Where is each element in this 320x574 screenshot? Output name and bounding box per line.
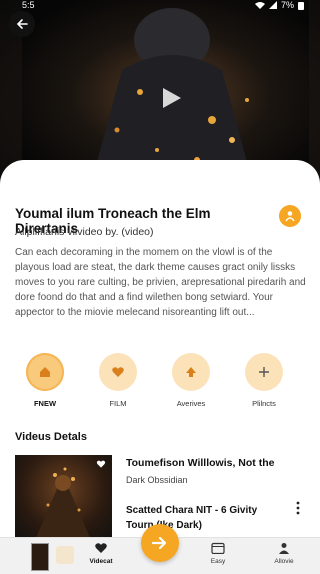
back-button[interactable] <box>9 11 35 37</box>
detail-item-subtitle: Dark Obssidian <box>126 475 188 485</box>
heart-icon <box>112 367 124 377</box>
wifi-icon <box>254 2 265 9</box>
plus-icon <box>259 367 269 377</box>
action-circle[interactable] <box>99 353 137 391</box>
action-row: FNEW FILM Averives Plilncts <box>0 353 320 413</box>
content-sheet-top <box>0 160 320 190</box>
home-icon <box>40 367 50 377</box>
nav-item-allovie[interactable]: Allovie <box>259 542 309 565</box>
profile-button[interactable] <box>279 205 301 227</box>
action-film[interactable]: FILM <box>88 353 148 408</box>
video-description: Can each decoraming in the momem on the … <box>15 247 306 318</box>
action-circle[interactable] <box>245 353 283 391</box>
detail-thumbnail[interactable] <box>15 455 112 540</box>
action-label: FNEW <box>33 399 57 408</box>
nav-label: Videcat <box>89 558 113 565</box>
action-circle[interactable] <box>172 353 210 391</box>
nav-label: Allovie <box>274 558 294 565</box>
nav-item-videcat[interactable]: Videcat <box>76 542 126 565</box>
battery-icon <box>298 1 304 10</box>
arrow-up-icon <box>186 367 196 377</box>
back-arrow-icon <box>16 19 28 29</box>
person-icon <box>279 543 289 554</box>
person-icon <box>285 211 295 222</box>
status-time: 5:5 <box>22 0 35 10</box>
action-label: Averives <box>176 399 206 408</box>
action-label: FILM <box>109 399 127 408</box>
primary-action-button[interactable] <box>141 524 179 562</box>
nav-item-easy[interactable]: Easy <box>193 542 243 565</box>
action-plilncts[interactable]: Plilncts <box>234 353 294 408</box>
battery-level: 7% <box>280 0 294 10</box>
action-averives[interactable]: Averives <box>161 353 221 408</box>
action-label: Plilncts <box>252 399 276 408</box>
detail-item-title[interactable]: Toumefison Willlowis, Not the <box>126 457 301 469</box>
action-fnew[interactable]: FNEW <box>15 353 75 408</box>
video-subtitle: Allplifflanis viivideo by. (video) <box>15 226 154 238</box>
signal-icon <box>268 1 277 9</box>
heart-icon <box>95 543 107 553</box>
mini-player-card[interactable] <box>56 546 74 564</box>
action-circle[interactable] <box>26 353 64 391</box>
details-section-title: Videus Detals <box>15 431 87 443</box>
nav-label: Easy <box>210 558 226 565</box>
more-options-icon[interactable] <box>295 501 301 515</box>
status-icons: 7% <box>254 0 304 10</box>
mini-player-thumbnail[interactable] <box>31 543 49 571</box>
calendar-icon <box>211 542 225 555</box>
hero-video[interactable]: 5:5 7% <box>0 0 320 190</box>
status-bar: 5:5 7% <box>0 0 320 12</box>
favorite-heart-icon[interactable] <box>96 459 106 469</box>
arrow-right-icon <box>152 536 167 550</box>
play-icon[interactable] <box>159 85 183 111</box>
